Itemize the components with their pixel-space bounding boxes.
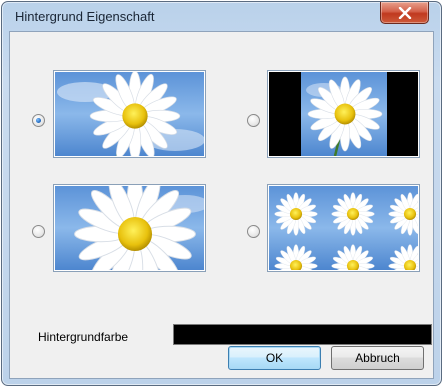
radio-fit[interactable]	[247, 114, 260, 127]
radio-tile[interactable]	[247, 225, 260, 238]
title-bar[interactable]: Hintergrund Eigenschaft	[2, 2, 441, 32]
daisy-fit-image	[269, 72, 418, 156]
radio-stretch[interactable]	[32, 225, 45, 238]
thumbnail-fit[interactable]	[267, 70, 420, 158]
cancel-button[interactable]: Abbruch	[331, 346, 424, 370]
window-title: Hintergrund Eigenschaft	[15, 9, 155, 24]
radio-center[interactable]	[32, 114, 45, 127]
thumbnail-center[interactable]	[53, 70, 206, 158]
daisy-center-image	[55, 72, 204, 156]
close-icon	[398, 6, 411, 19]
dialog-client-area: Hintergrundfarbe OK Abbruch	[9, 31, 434, 379]
background-color-swatch[interactable]	[173, 324, 432, 345]
dialog-window: Hintergrund Eigenschaft Hintergrundfarbe…	[1, 1, 442, 386]
close-button[interactable]	[380, 2, 429, 24]
background-color-label: Hintergrundfarbe	[38, 330, 129, 344]
daisy-tile-image	[269, 186, 418, 270]
thumbnail-stretch[interactable]	[53, 184, 206, 272]
daisy-stretch-image	[55, 186, 204, 270]
thumbnail-tile[interactable]	[267, 184, 420, 272]
ok-button[interactable]: OK	[228, 346, 321, 370]
